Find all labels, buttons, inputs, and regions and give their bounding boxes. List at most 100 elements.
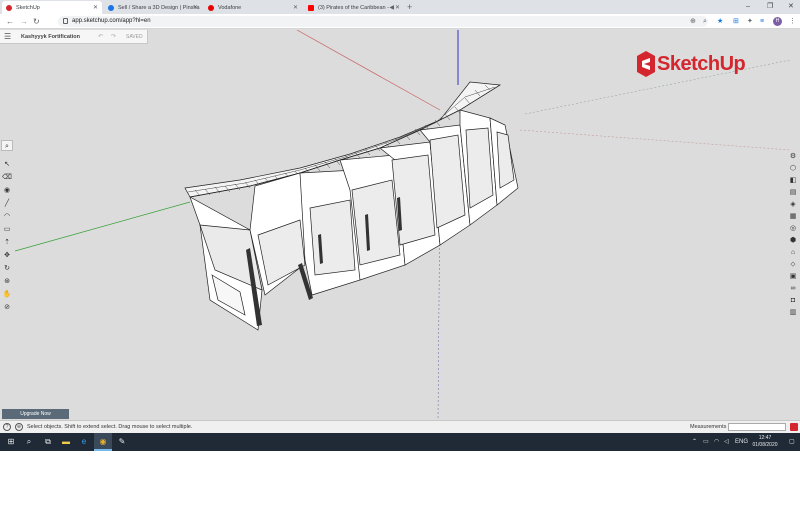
windows-start-icon[interactable]: ⊞: [2, 433, 20, 451]
line-icon[interactable]: ╱: [1, 198, 13, 209]
rectangle-icon[interactable]: ▭: [1, 224, 13, 235]
scenes-icon[interactable]: ▦: [787, 211, 799, 222]
close-tab-icon[interactable]: ✕: [93, 4, 98, 11]
close-tab-icon[interactable]: ✕: [293, 4, 298, 11]
file-explorer-icon[interactable]: ▬: [57, 433, 75, 451]
pinshape-favicon-icon: [108, 4, 114, 11]
shadows-icon[interactable]: ∞: [787, 283, 799, 294]
back-button[interactable]: ←: [6, 16, 14, 27]
close-window-button[interactable]: ✕: [788, 1, 794, 13]
redo-button[interactable]: ↷: [111, 33, 116, 41]
minimize-button[interactable]: –: [746, 1, 750, 13]
tab-label: Sell / Share a 3D Design | Pinsha: [118, 4, 200, 11]
wifi-icon[interactable]: ◠: [714, 433, 719, 451]
clock-date: 01/08/2020: [752, 442, 778, 448]
fortification-model[interactable]: [184, 81, 519, 331]
sketchup-logo-icon: [637, 51, 655, 77]
sketchup-favicon-icon: [6, 4, 12, 11]
red-axis: [296, 30, 441, 111]
components-icon[interactable]: ⬡: [787, 163, 799, 174]
modeling-canvas[interactable]: [0, 30, 800, 420]
geo-location-icon[interactable]: ⊕: [15, 423, 23, 431]
vodafone-favicon-icon: [208, 4, 214, 11]
maximize-button[interactable]: ❐: [767, 1, 773, 13]
outliner-icon[interactable]: ◎: [787, 223, 799, 234]
hamburger-menu-icon[interactable]: ☰: [4, 33, 11, 41]
logo-text: SketchUp: [657, 53, 746, 75]
arc-icon[interactable]: ◠: [1, 211, 13, 222]
push-pull-icon[interactable]: ⇡: [1, 237, 13, 248]
model-title[interactable]: Kashyyyk Fortification: [21, 33, 80, 41]
url-text: app.sketchup.com/app?hl=en: [72, 18, 151, 24]
input-language[interactable]: ENG: [735, 433, 748, 451]
search-icon[interactable]: ⌕: [1, 140, 13, 151]
task-view-icon[interactable]: ⧉: [39, 433, 57, 451]
measurements-input[interactable]: [728, 423, 786, 431]
forward-button[interactable]: →: [20, 16, 28, 27]
browser-menu-icon[interactable]: ⋮: [789, 16, 796, 27]
tab-vodafone[interactable]: Vodafone ✕: [204, 1, 302, 14]
youtube-favicon-icon: [308, 4, 314, 11]
notifications-icon[interactable]: ▢: [789, 433, 795, 451]
pinned-app-icon[interactable]: ✎: [113, 433, 131, 451]
styles-icon[interactable]: ▤: [787, 187, 799, 198]
materials-icon[interactable]: ◧: [787, 175, 799, 186]
speaker-icon: ◀: [389, 5, 394, 11]
close-tab-icon[interactable]: ✕: [193, 4, 198, 11]
extensions-icon[interactable]: ▥: [787, 307, 799, 318]
paint-bucket-icon[interactable]: ◉: [1, 185, 13, 196]
media-icon[interactable]: ≡: [760, 16, 764, 27]
instructor-icon[interactable]: ⌂: [787, 247, 799, 258]
tape-ruler-icon: [790, 423, 798, 431]
pan-icon[interactable]: ✋: [1, 289, 13, 300]
bookmark-star-icon[interactable]: ★: [717, 16, 723, 27]
measurements-label: Measurements: [690, 424, 727, 430]
new-tab-button[interactable]: +: [407, 1, 412, 13]
tab-label: (3) Pirates of the Caribbean -: [318, 4, 389, 11]
orbit-icon[interactable]: ⊛: [1, 276, 13, 287]
windows-taskbar: ⊞ ⌕ ⧉ ▬ e ◉ ✎ ⌃ ▭ ◠ ◁ ENG 12:47 01/08/20…: [0, 433, 800, 451]
network-icon[interactable]: ▭: [703, 433, 709, 451]
chrome-browser-icon[interactable]: ◉: [94, 433, 112, 451]
screen: SketchUp ✕ Sell / Share a 3D Design | Pi…: [0, 0, 800, 451]
tape-measure-icon[interactable]: ⊘: [1, 302, 13, 313]
puzzle-icon[interactable]: ✦: [747, 16, 753, 27]
model-viewport[interactable]: [0, 30, 800, 420]
address-bar[interactable]: app.sketchup.com/app?hl=en ⊕ ⌕: [58, 16, 708, 27]
zoom-icon[interactable]: ⌕: [703, 16, 707, 27]
layers-icon[interactable]: ◈: [787, 199, 799, 210]
tab-pinshape[interactable]: Sell / Share a 3D Design | Pinsha ✕: [104, 1, 202, 14]
solid-inspector-icon[interactable]: ⬦: [787, 259, 799, 270]
close-tab-icon[interactable]: ✕: [395, 4, 400, 11]
tray-arrow-icon[interactable]: ⌃: [692, 433, 697, 451]
reload-button[interactable]: ↻: [33, 16, 40, 27]
entity-info-icon[interactable]: ⚙: [787, 151, 799, 162]
move-icon[interactable]: ✥: [1, 250, 13, 261]
edge-browser-icon[interactable]: e: [75, 433, 93, 451]
tab-youtube[interactable]: (3) Pirates of the Caribbean - ◀ ✕: [304, 1, 404, 14]
profile-avatar[interactable]: H: [773, 17, 782, 26]
green-axis: [14, 201, 191, 252]
volume-icon[interactable]: ◁: [724, 433, 729, 451]
model-title-panel: ☰ Kashyyyk Fortification ↶ ↷ SAVED: [0, 30, 148, 44]
select-icon[interactable]: ↖: [1, 159, 13, 170]
tab-label: SketchUp: [16, 4, 40, 11]
taskbar-clock[interactable]: 12:47 01/08/2020: [750, 435, 780, 449]
browser-tab-strip: SketchUp ✕ Sell / Share a 3D Design | Pi…: [0, 0, 800, 14]
tab-label: Vodafone: [218, 4, 242, 11]
extension-icon[interactable]: ⊞: [733, 16, 739, 27]
eraser-icon[interactable]: ⌫: [1, 172, 13, 183]
browser-toolbar: ← → ↻ app.sketchup.com/app?hl=en ⊕ ⌕ ★ ⊞…: [0, 14, 800, 29]
status-message: Select objects. Shift to extend select. …: [27, 424, 193, 430]
3d-warehouse-icon[interactable]: ◘: [787, 295, 799, 306]
display-icon[interactable]: ⬢: [787, 235, 799, 246]
undo-button[interactable]: ↶: [98, 33, 103, 41]
search-icon[interactable]: ⌕: [20, 433, 38, 451]
help-icon[interactable]: ?: [3, 423, 11, 431]
rotate-icon[interactable]: ↻: [1, 263, 13, 274]
tab-sketchup[interactable]: SketchUp ✕: [2, 1, 102, 14]
upgrade-button[interactable]: Upgrade Now: [2, 409, 69, 419]
add-screen-icon[interactable]: ⊕: [690, 16, 696, 27]
clock-time: 12:47: [758, 435, 772, 441]
views-icon[interactable]: ▣: [787, 271, 799, 282]
